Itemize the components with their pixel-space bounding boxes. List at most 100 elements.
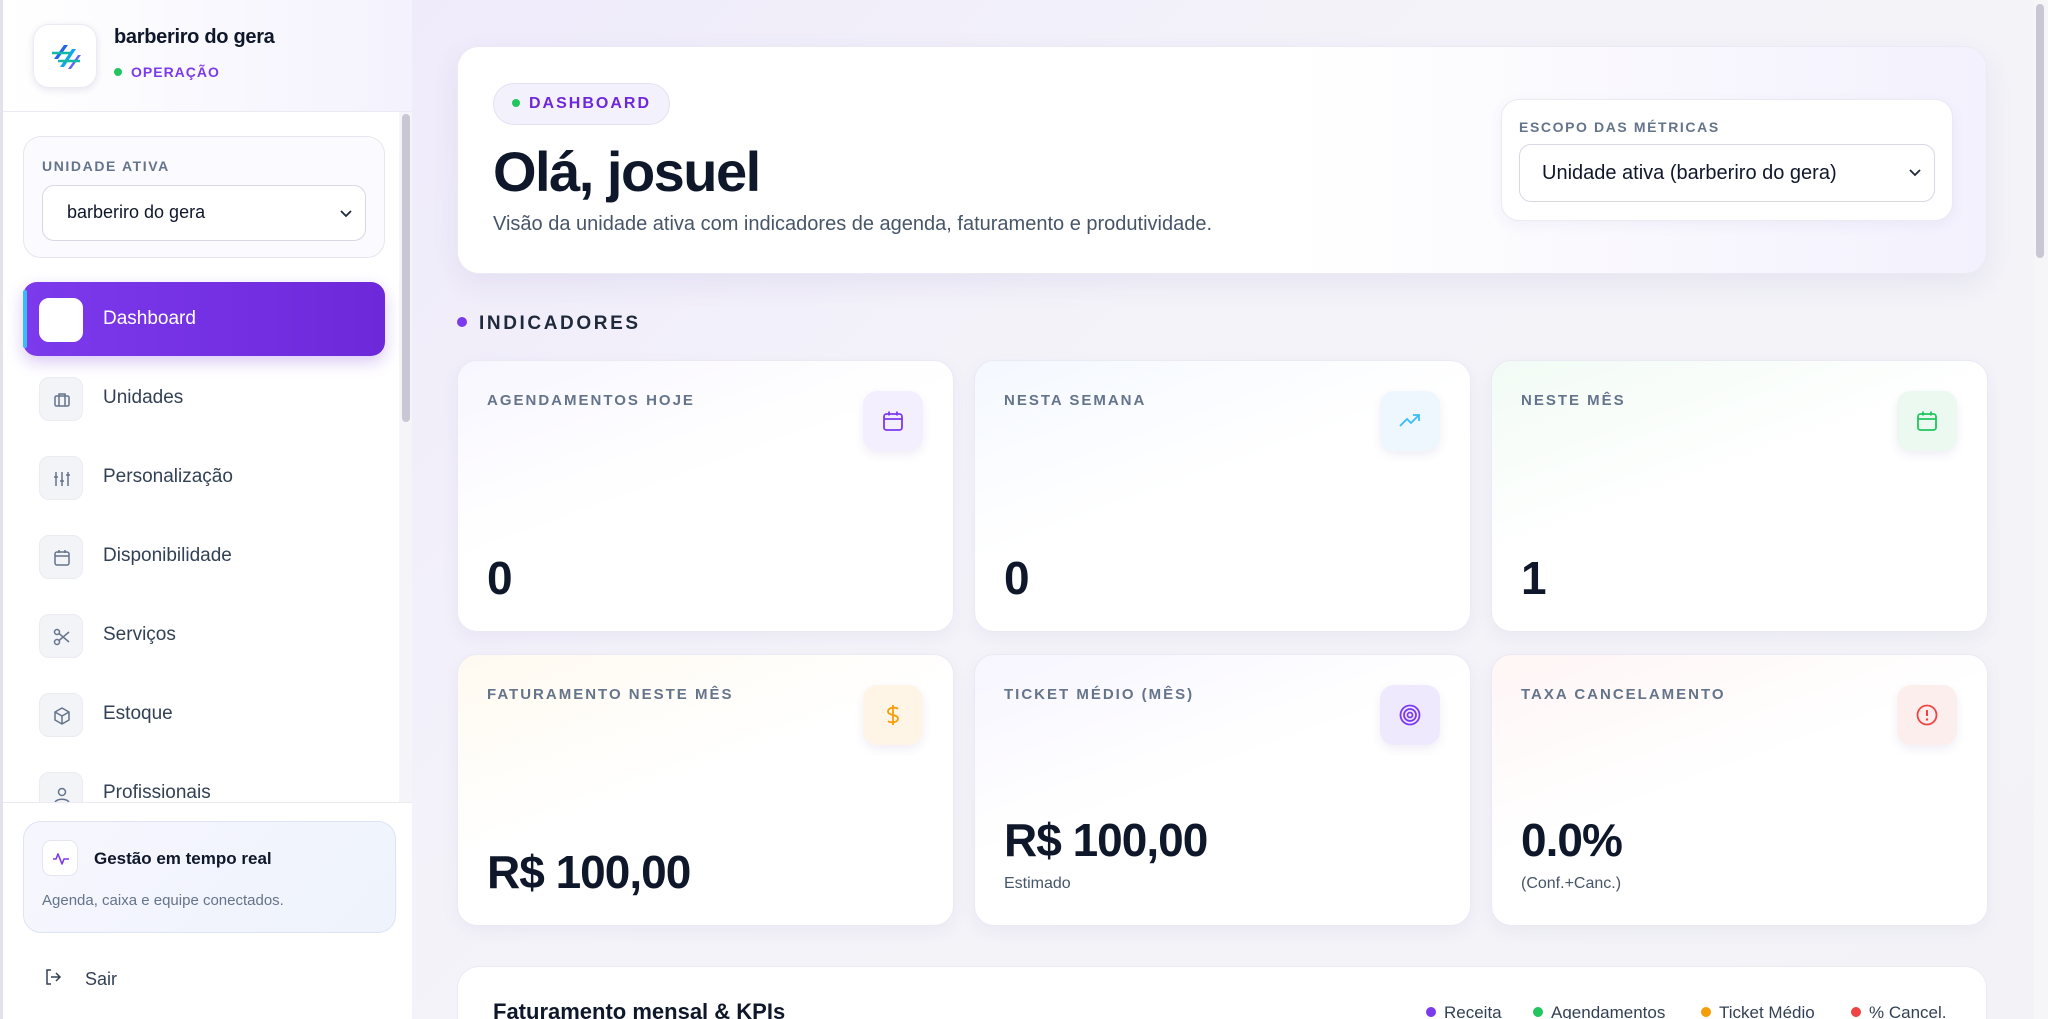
nav-scroll-area: UNIDADE ATIVA barberiro do gera Dashboar… xyxy=(3,112,412,802)
sidebar-footer: Gestão em tempo real Agenda, caixa e equ… xyxy=(3,802,412,1019)
trending-up-icon xyxy=(1380,391,1440,451)
status-badge: OPERAÇÃO xyxy=(114,64,220,80)
legend-dot xyxy=(1851,1007,1861,1017)
status-dot xyxy=(512,99,520,107)
sidebar-item-estoque[interactable]: Estoque xyxy=(23,677,385,751)
sidebar-item-label: Unidades xyxy=(103,387,184,408)
legend-dot xyxy=(1533,1007,1543,1017)
alert-circle-icon xyxy=(1897,685,1957,745)
logout-button[interactable]: Sair xyxy=(43,963,243,993)
box-icon xyxy=(39,693,83,737)
realtime-description: Agenda, caixa e equipe conectados. xyxy=(42,892,284,909)
sidebar-item-dashboard[interactable]: Dashboard xyxy=(23,282,385,356)
legend-dot xyxy=(1701,1007,1711,1017)
brand-header: barberiro do gera OPERAÇÃO xyxy=(3,0,412,112)
sidebar-item-label: Profissionais xyxy=(103,782,211,802)
kpi-label: TICKET MÉDIO (MÊS) xyxy=(1004,686,1195,703)
hero-panel: DASHBOARD Olá, josuel Visão da unidade a… xyxy=(457,46,1987,274)
sidebar-item-profissionais[interactable]: Profissionais xyxy=(23,756,385,802)
dashboard-pill-label: DASHBOARD xyxy=(529,95,651,112)
indicators-title: INDICADORES xyxy=(479,313,641,334)
calendar-icon xyxy=(39,535,83,579)
metrics-scope-select[interactable]: Unidade ativa (barberiro do gera) xyxy=(1519,144,1935,202)
active-unit-label: UNIDADE ATIVA xyxy=(42,158,170,174)
target-icon xyxy=(1380,685,1440,745)
kpi-value: 0.0% xyxy=(1521,814,1623,866)
logout-label: Sair xyxy=(85,969,118,989)
legend-label: Agendamentos xyxy=(1551,1003,1666,1019)
kpi-note: Estimado xyxy=(1004,875,1071,892)
legend-label: Receita xyxy=(1444,1003,1502,1019)
kpi-label: NESTA SEMANA xyxy=(1004,392,1147,409)
brand-name: barberiro do gera xyxy=(114,26,275,48)
logo-icon xyxy=(52,45,81,69)
kpi-note: (Conf.+Canc.) xyxy=(1521,875,1622,892)
kpi-card-revenue-month: FATURAMENTO NESTE MÊS R$ 100,00 xyxy=(457,654,954,926)
sidebar-item-label: Dashboard xyxy=(103,308,196,329)
kpi-card-this-week: NESTA SEMANA 0 xyxy=(974,360,1471,632)
dollar-icon xyxy=(863,685,923,745)
legend-item-agendamentos: Agendamentos xyxy=(1533,1003,1665,1019)
sidebar-item-label: Disponibilidade xyxy=(103,545,232,566)
sidebar-item-label: Estoque xyxy=(103,703,173,724)
legend-label: % Cancel. xyxy=(1869,1003,1947,1019)
chevron-down-icon xyxy=(1909,169,1921,177)
sidebar-scrollbar-thumb[interactable] xyxy=(402,114,410,422)
dashboard-pill: DASHBOARD xyxy=(493,83,670,125)
sidebar-item-label: Serviços xyxy=(103,624,176,645)
kpi-card-avg-ticket: TICKET MÉDIO (MÊS) R$ 100,00 Estimado xyxy=(974,654,1471,926)
calendar-icon xyxy=(1897,391,1957,451)
chart-title: Faturamento mensal & KPIs xyxy=(493,999,786,1019)
sidebar-item-personalizacao[interactable]: Personalização xyxy=(23,440,385,514)
metrics-scope-panel: ESCOPO DAS MÉTRICAS Unidade ativa (barbe… xyxy=(1501,99,1953,221)
brand-logo[interactable] xyxy=(33,24,97,88)
activity-icon xyxy=(42,840,78,876)
status-dot xyxy=(114,68,122,76)
legend-item-ticket-medio: Ticket Médio xyxy=(1701,1003,1815,1019)
legend-item-receita: Receita xyxy=(1426,1003,1502,1019)
kpi-value: 0 xyxy=(487,552,513,604)
logout-icon xyxy=(46,969,62,985)
status-label: OPERAÇÃO xyxy=(131,64,220,80)
kpi-card-appointments-today: AGENDAMENTOS HOJE 0 xyxy=(457,360,954,632)
kpi-label: AGENDAMENTOS HOJE xyxy=(487,392,695,409)
kpi-value: 0 xyxy=(1004,552,1030,604)
kpi-label: FATURAMENTO NESTE MÊS xyxy=(487,686,734,703)
briefcase-icon xyxy=(39,377,83,421)
active-unit-panel: UNIDADE ATIVA barberiro do gera xyxy=(23,136,385,258)
kpi-label: TAXA CANCELAMENTO xyxy=(1521,686,1726,703)
kpi-value: R$ 100,00 xyxy=(1004,814,1208,866)
revenue-chart-card: Faturamento mensal & KPIs Receita Agenda… xyxy=(457,966,1987,1019)
kpi-card-cancel-rate: TAXA CANCELAMENTO 0.0% (Conf.+Canc.) xyxy=(1491,654,1988,926)
page-subtitle: Visão da unidade ativa com indicadores d… xyxy=(493,213,1213,235)
user-icon xyxy=(39,772,83,802)
indicators-heading: INDICADORES xyxy=(457,313,641,335)
active-unit-value: barberiro do gera xyxy=(67,202,206,222)
kpi-label: NESTE MÊS xyxy=(1521,392,1626,409)
sliders-icon xyxy=(39,456,83,500)
kpi-value: 1 xyxy=(1521,552,1547,604)
legend-item-cancel: % Cancel. xyxy=(1851,1003,1946,1019)
page-title: Olá, josuel xyxy=(493,140,761,203)
kpi-value: R$ 100,00 xyxy=(487,846,691,898)
legend-dot xyxy=(1426,1007,1436,1017)
active-unit-select[interactable]: barberiro do gera xyxy=(42,185,366,241)
calendar-icon xyxy=(863,391,923,451)
sidebar-item-label: Personalização xyxy=(103,466,233,487)
metrics-scope-value: Unidade ativa (barberiro do gera) xyxy=(1542,162,1837,184)
metrics-scope-label: ESCOPO DAS MÉTRICAS xyxy=(1519,119,1720,135)
section-dot xyxy=(457,317,467,327)
realtime-card: Gestão em tempo real Agenda, caixa e equ… xyxy=(23,821,396,933)
realtime-title: Gestão em tempo real xyxy=(94,849,272,868)
chevron-down-icon xyxy=(340,210,352,218)
legend-label: Ticket Médio xyxy=(1719,1003,1815,1019)
sidebar-item-servicos[interactable]: Serviços xyxy=(23,598,385,672)
active-indicator xyxy=(23,290,27,348)
main-scrollbar-thumb[interactable] xyxy=(2036,4,2044,258)
sidebar-item-disponibilidade[interactable]: Disponibilidade xyxy=(23,519,385,593)
sidebar: barberiro do gera OPERAÇÃO UNIDADE ATIVA… xyxy=(0,0,412,1019)
sidebar-item-unidades[interactable]: Unidades xyxy=(23,361,385,435)
kpi-card-this-month: NESTE MÊS 1 xyxy=(1491,360,1988,632)
scissors-icon xyxy=(39,614,83,658)
grid-icon xyxy=(39,298,83,342)
